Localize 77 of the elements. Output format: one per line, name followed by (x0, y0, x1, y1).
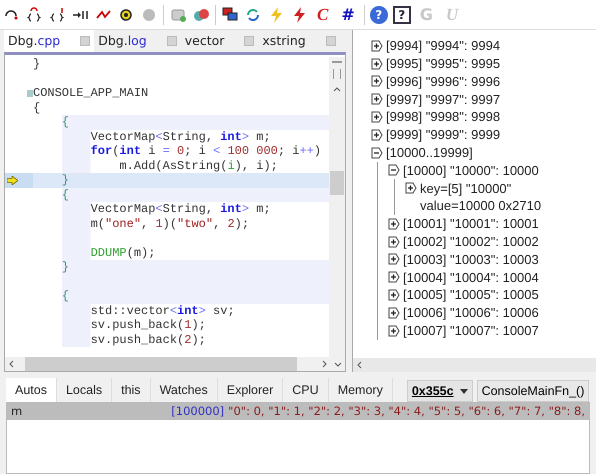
code-line: m.Add(AsString(i), i); (118, 158, 278, 172)
code-line: { (60, 188, 70, 202)
step-into-icon[interactable] (25, 6, 43, 24)
windows-icon[interactable] (221, 6, 239, 24)
format-button[interactable]: C (313, 2, 332, 28)
help-button[interactable]: ? (370, 6, 388, 24)
expand-icon[interactable] (371, 93, 383, 106)
expand-icon[interactable] (388, 218, 400, 230)
close-box-icon (166, 36, 177, 46)
code-line: VectorMap<String, int> m; (90, 202, 271, 216)
expand-icon[interactable] (388, 306, 400, 319)
tree-item[interactable]: [10004] "10004": 10004 (403, 268, 539, 288)
code-line: VectorMap<String, int> m; (90, 130, 271, 144)
tree-item[interactable]: [10000..19999] (386, 142, 473, 162)
expand-icon[interactable] (371, 40, 383, 52)
expand-icon[interactable] (405, 182, 417, 194)
tree-item[interactable]: [9994] "9994": 9994 (386, 36, 500, 56)
close-box-icon (326, 36, 336, 46)
thread-dropdown[interactable]: 0x355c (406, 380, 473, 402)
code-line: DDUMP(m); (90, 246, 156, 260)
file-tab[interactable]: Dbg.cpp (4, 30, 94, 52)
code-line: { (60, 115, 70, 129)
close-box-icon (244, 36, 254, 46)
code-line: m("one", 1)("two", 2); (90, 216, 250, 230)
expand-icon[interactable] (388, 289, 400, 302)
expand-icon[interactable] (388, 324, 400, 337)
variable-row[interactable]: m [100000] "0": 0, "1": 1, "2": 2, "3": 3, "4": 4, "5": 5, "6": 6, "7": 7, "8": 8, (7, 403, 589, 420)
code-line: sv.push_back(1); (90, 318, 206, 332)
expand-icon[interactable] (388, 271, 400, 284)
execution-arrow-icon (7, 176, 18, 185)
expand-icon[interactable] (371, 75, 383, 88)
help-button[interactable]: ? (392, 6, 411, 24)
code-line: } (60, 260, 70, 274)
code-line: CONSOLE_APP_MAIN (33, 86, 148, 100)
tree-item[interactable]: [9999] "9999": 9999 (386, 125, 500, 145)
tree-item[interactable]: [10006] "10006": 10006 (403, 303, 539, 323)
code-line: { (33, 100, 40, 114)
scroll-thumb[interactable] (330, 171, 344, 195)
variable-count: [100000] (171, 402, 224, 420)
tree-item[interactable]: [9998] "9998": 9998 (386, 107, 500, 127)
tree-item[interactable]: key=[5] "10000" (420, 178, 512, 198)
code-line: } (60, 173, 70, 187)
scroll-thumb[interactable] (25, 357, 297, 371)
frame-field[interactable]: ConsoleMainFn_() (476, 380, 590, 402)
tree-item[interactable]: value=10000 0x2710 (420, 196, 542, 216)
expand-icon[interactable] (388, 253, 400, 266)
code-line: sv.push_back(2); (90, 332, 206, 346)
format-button[interactable]: # (337, 2, 359, 26)
collapse-icon[interactable] (371, 146, 383, 159)
expand-icon[interactable] (371, 128, 383, 141)
expand-icon[interactable] (371, 58, 383, 70)
code-line: for(int i = 0; i < 100 000; i++) (90, 144, 322, 158)
tree-item[interactable]: [10002] "10002": 10002 (403, 232, 539, 252)
tree-item[interactable]: [10000] "10000": 10000 (403, 160, 539, 180)
code-line: std::vector<int> sv; (90, 304, 235, 318)
scroll-up-icon[interactable] (332, 85, 342, 93)
code-line: { (60, 289, 70, 303)
tree-item[interactable]: [10003] "10003": 10003 (403, 250, 539, 270)
horizontal-scrollbar[interactable] (353, 358, 596, 372)
caret-icon (460, 388, 468, 394)
vertical-scrollbar[interactable] (329, 57, 345, 357)
step-out-icon[interactable] (48, 6, 66, 24)
tree-item[interactable]: [10005] "10005": 10005 (403, 285, 539, 305)
close-box-icon (80, 36, 90, 46)
tree-item[interactable]: [9995] "9995": 9995 (386, 54, 500, 74)
horizontal-scrollbar[interactable] (5, 357, 345, 371)
tree-item[interactable]: [9996] "9996": 9996 (386, 72, 500, 92)
variable-name: m (11, 402, 22, 420)
debug-tab[interactable]: Autos (6, 378, 57, 402)
code-line: } (33, 57, 40, 71)
tree-item[interactable]: [9997] "9997": 9997 (386, 90, 500, 110)
tree-item[interactable]: [10001] "10001": 10001 (403, 214, 539, 234)
tree-item[interactable]: [10007] "10007": 10007 (403, 320, 539, 340)
expand-icon[interactable] (371, 111, 383, 124)
expand-icon[interactable] (388, 236, 400, 248)
collapse-icon[interactable] (388, 164, 400, 176)
variable-value: "0": 0, "1": 1, "2": 2, "3": 3, "4": 4, "5": 5, "6": 6, "7": 7, "8": 8, (228, 402, 585, 420)
